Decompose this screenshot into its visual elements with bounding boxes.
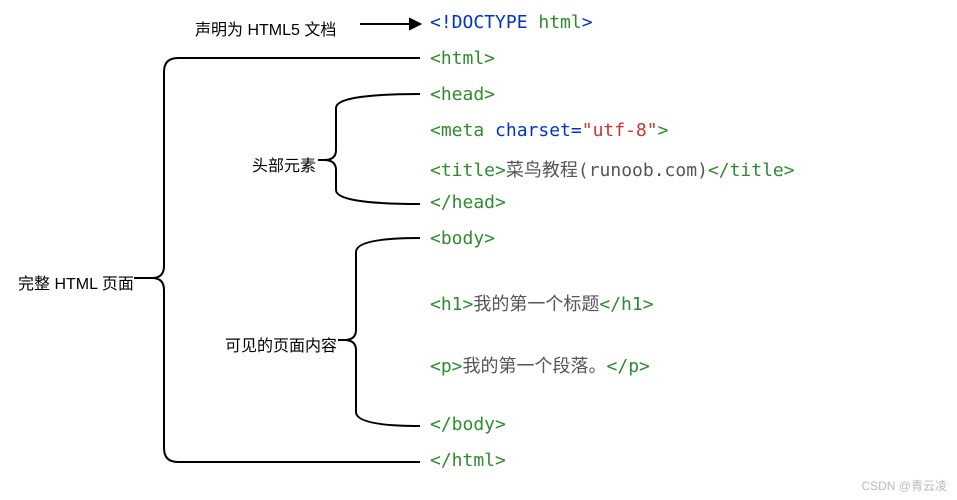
connectors (0, 0, 957, 500)
watermark: CSDN @青云凌 (861, 477, 947, 494)
